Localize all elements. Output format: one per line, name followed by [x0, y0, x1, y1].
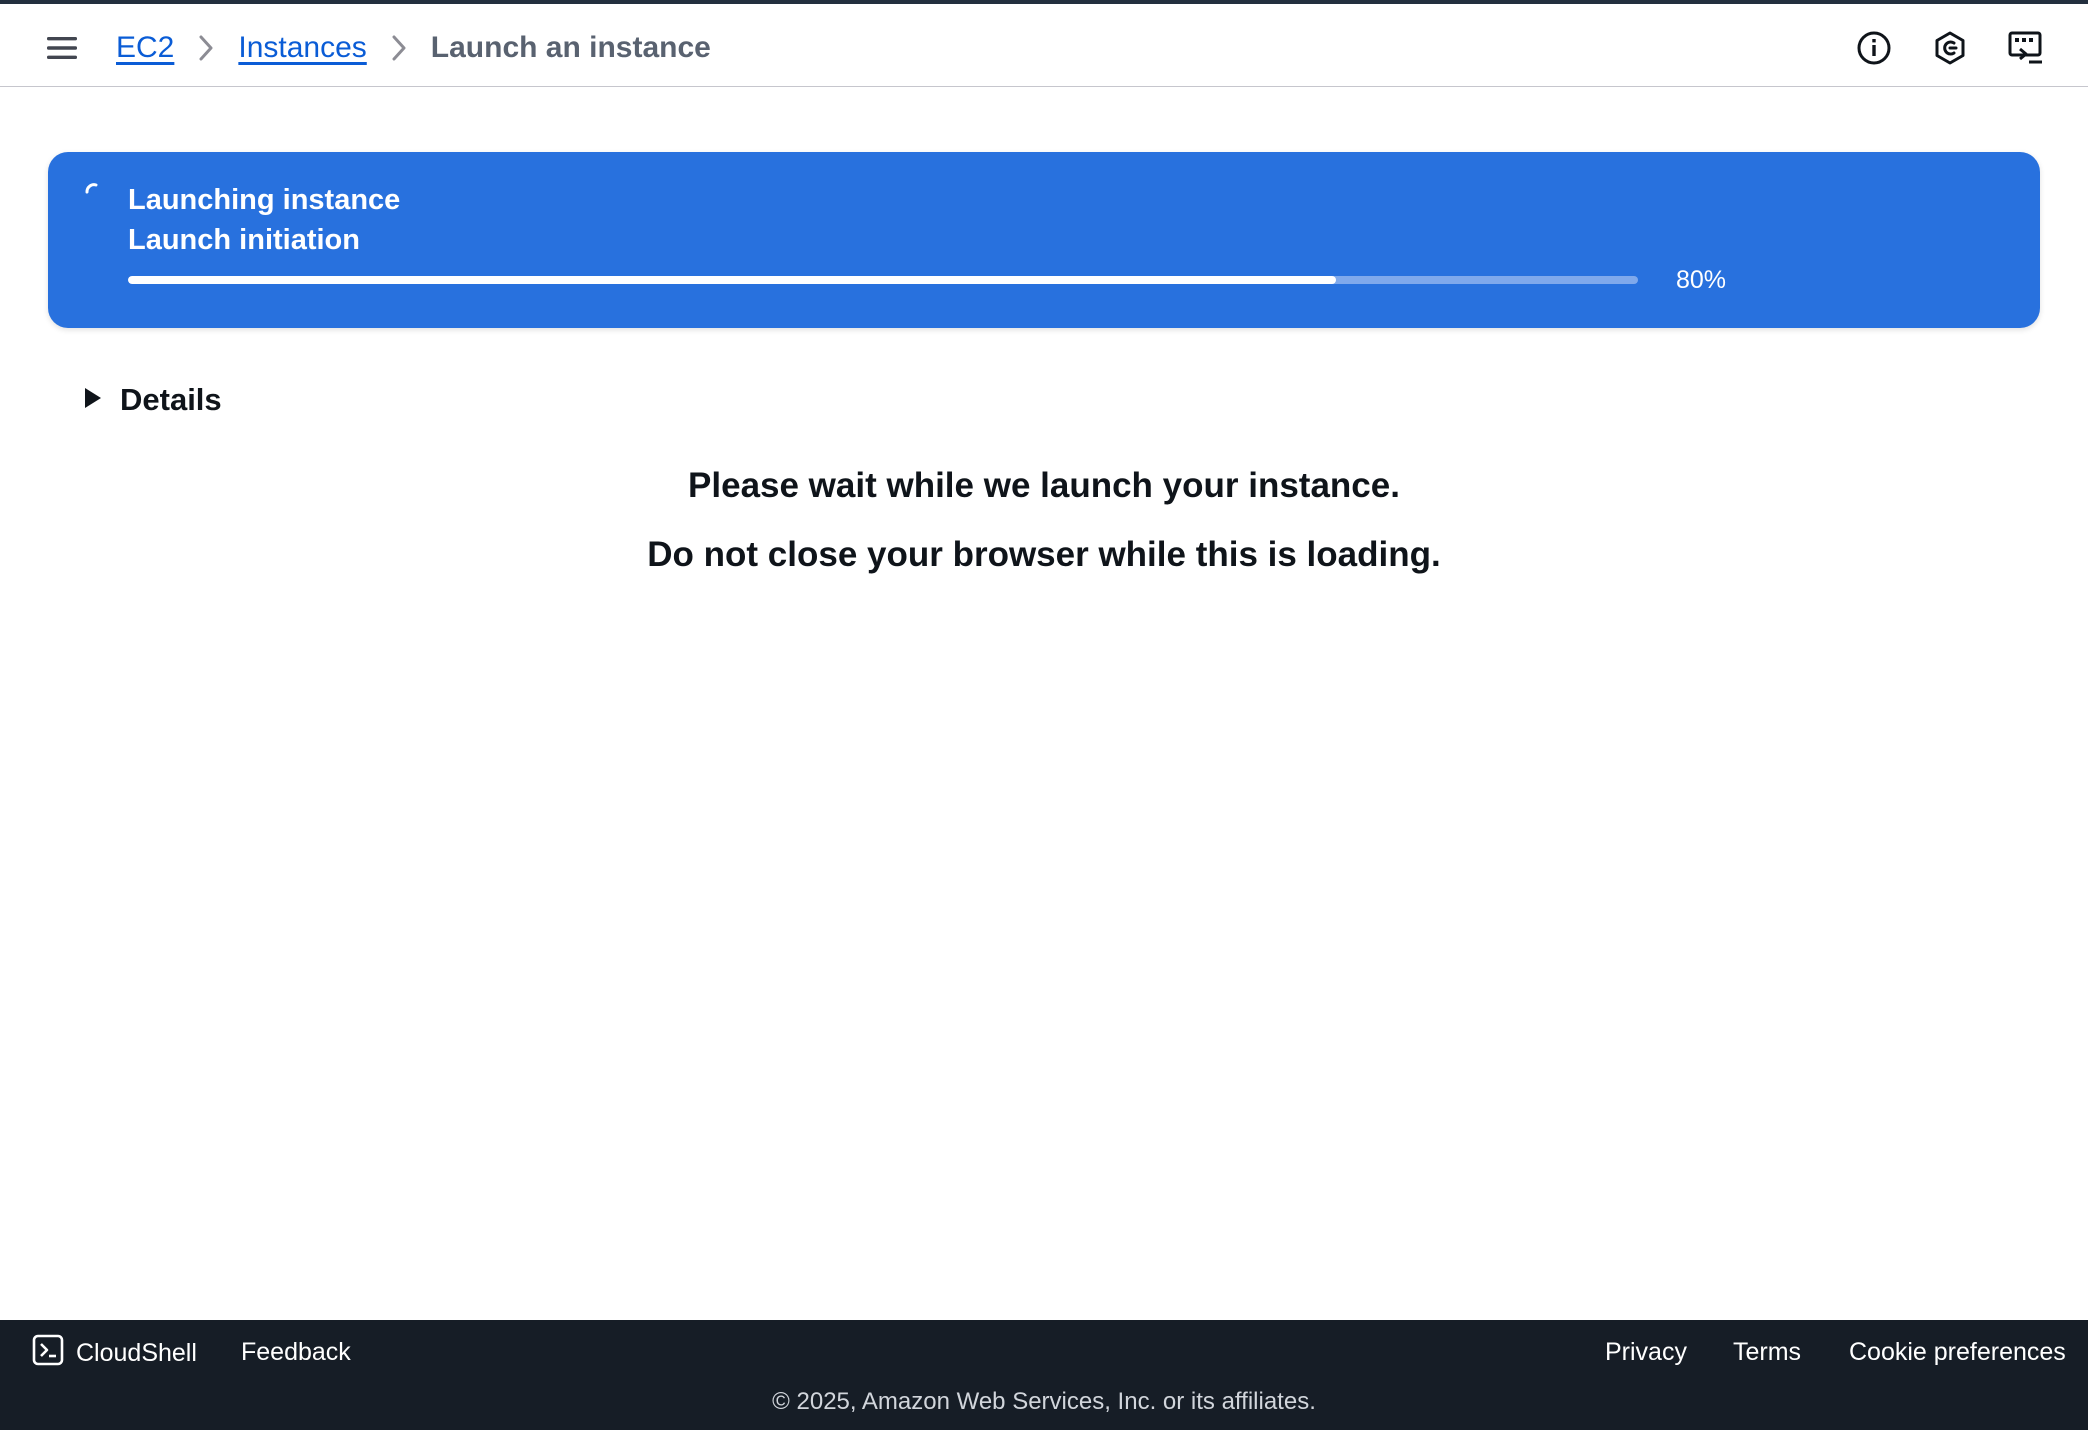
info-icon[interactable] [1854, 28, 1894, 68]
terms-link[interactable]: Terms [1733, 1334, 1801, 1370]
progress-bar-fill [128, 276, 1336, 284]
settings-icon[interactable] [1930, 28, 1970, 68]
breadcrumb-current-page: Launch an instance [430, 31, 711, 64]
progress-percent-label: 80% [1676, 266, 1727, 294]
footer: CloudShell Feedback Privacy Terms Cookie… [0, 1320, 2088, 1430]
wait-message: Please wait while we launch your instanc… [688, 466, 1400, 505]
privacy-link[interactable]: Privacy [1605, 1334, 1687, 1370]
breadcrumb: EC2 Instances Launch an instance [116, 24, 711, 72]
breadcrumb-instances[interactable]: Instances [238, 31, 366, 65]
cloudshell-label: CloudShell [76, 1338, 197, 1367]
details-expander[interactable]: Details [84, 378, 222, 422]
details-label: Details [120, 382, 222, 417]
cookie-preferences-link[interactable]: Cookie preferences [1849, 1334, 2066, 1370]
breadcrumb-ec2[interactable]: EC2 [116, 31, 174, 65]
terminal-icon [32, 1334, 64, 1371]
menu-icon[interactable] [44, 30, 80, 66]
chevron-right-icon [367, 28, 431, 68]
feedback-link[interactable]: Feedback [241, 1334, 351, 1370]
flash-subtitle: Launch initiation [128, 224, 360, 256]
loading-spinner-icon [84, 182, 104, 202]
cloudshell-button[interactable]: CloudShell [32, 1334, 197, 1371]
chevron-right-icon [174, 28, 238, 68]
progress-bar [128, 276, 1638, 284]
do-not-close-message: Do not close your browser while this is … [647, 535, 1441, 574]
flash-title: Launching instance [128, 184, 401, 216]
cloudshell-terminal-icon[interactable] [2006, 28, 2046, 68]
caret-right-icon [84, 387, 102, 414]
top-navigation: EC2 Instances Launch an instance [0, 4, 2088, 87]
copyright-text: © 2025, Amazon Web Services, Inc. or its… [772, 1388, 1316, 1415]
